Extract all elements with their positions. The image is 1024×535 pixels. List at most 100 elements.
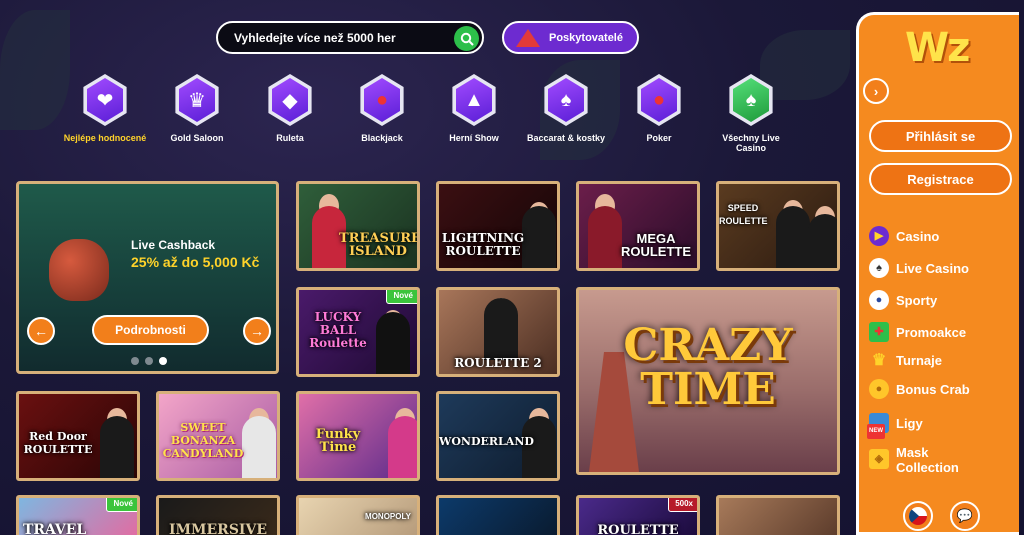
gift-icon: ✚	[869, 322, 889, 342]
category-label: Nejlépe hodnocené	[63, 133, 147, 143]
game-tile[interactable]: Funky Time	[296, 391, 420, 481]
sidebar-item-promotions[interactable]: ✚ Promoakce	[869, 322, 966, 342]
category-top-rated[interactable]: ❤ Nejlépe hodnocené	[60, 74, 150, 143]
chevron-right-icon: ›	[873, 83, 879, 99]
game-tile[interactable]: IMMERSIVE	[156, 495, 280, 535]
game-title: MONOPOLY	[365, 512, 411, 521]
language-selector[interactable]	[903, 501, 933, 531]
details-button[interactable]: Podrobnosti	[92, 315, 209, 345]
arrow-left-icon: ←	[34, 323, 48, 339]
providers-label: Poskytovatelé	[549, 31, 623, 44]
sidebar-item-mask-collection[interactable]: ◈ Mask Collection	[869, 445, 976, 475]
providers-button[interactable]: Poskytovatelé	[502, 21, 639, 54]
category-label: Všechny Live Casino	[722, 133, 780, 153]
category-label: Herní Show	[449, 133, 499, 143]
sidebar-item-label: Live Casino	[896, 260, 969, 276]
czech-flag-icon	[909, 507, 927, 525]
vase-illustration	[49, 239, 109, 301]
sidebar-item-leagues[interactable]: NEW Ligy	[867, 413, 923, 439]
spade-card-icon: ♠	[548, 78, 584, 122]
sidebar-item-bonus-crab[interactable]: ● Bonus Crab	[869, 379, 970, 399]
chips-icon: ●	[364, 78, 400, 122]
sidebar-item-sports[interactable]: ● Sporty	[869, 290, 937, 310]
game-title: CRAZY TIME	[623, 320, 793, 415]
trophy-icon: ♛	[871, 351, 887, 369]
game-tile[interactable]: TREASURE ISLAND	[296, 181, 420, 271]
new-badge: Nové	[106, 498, 137, 512]
chat-support-button[interactable]: 💬	[950, 501, 980, 531]
spade-icon: ♠	[733, 78, 769, 122]
search-icon	[460, 32, 474, 46]
category-game-show[interactable]: ▲ Herní Show	[429, 74, 519, 143]
category-poker[interactable]: ● Poker	[614, 74, 704, 143]
carousel-dots	[131, 357, 167, 365]
game-tile[interactable]	[436, 495, 560, 535]
league-icon: NEW	[867, 413, 889, 439]
category-all-live[interactable]: ♠ Všechny Live Casino	[706, 74, 796, 153]
game-title: SPEED ROULETTE	[719, 203, 768, 226]
game-tile[interactable]: SWEET BONANZA CANDYLAND	[156, 391, 280, 481]
mask-icon: ◈	[869, 449, 889, 469]
dealer-icon: ♠	[869, 258, 889, 278]
diamond-icon: ◆	[272, 78, 308, 122]
crown-icon: ♛	[179, 78, 215, 122]
game-tile[interactable]: LIGHTNING ROULETTE	[436, 181, 560, 271]
game-title: Funky Time	[315, 427, 361, 455]
game-tile[interactable]: MONOPOLY	[296, 495, 420, 535]
category-gold-saloon[interactable]: ♛ Gold Saloon	[152, 74, 242, 143]
game-tile[interactable]: Nové LUCKY BALL Roulette	[296, 287, 420, 377]
collapse-sidebar-button[interactable]: ›	[863, 78, 889, 104]
game-tile[interactable]: 500x ROULETTE	[576, 495, 700, 535]
search-button[interactable]	[454, 26, 479, 51]
carousel-dot-active[interactable]	[159, 357, 167, 365]
category-label: Poker	[646, 133, 672, 143]
game-title: SWEET BONANZA CANDYLAND	[162, 421, 244, 460]
game-tile[interactable]: Nové TRAVEL	[16, 495, 140, 535]
game-title: LUCKY BALL Roulette	[309, 310, 367, 350]
sidebar: Wz › Přihlásit se Registrace ▶ Casino ♠ …	[856, 12, 1019, 535]
sidebar-item-label: Promoakce	[896, 324, 967, 340]
game-tile[interactable]: Red Door ROULETTE	[16, 391, 140, 481]
coin-icon: ●	[869, 379, 889, 399]
game-title: TRAVEL	[23, 522, 87, 535]
game-title: MEGA ROULETTE	[620, 231, 692, 259]
category-baccarat[interactable]: ♠ Baccarat & kostky	[521, 74, 611, 143]
game-title: TREASURE ISLAND	[339, 231, 420, 259]
category-label: Ruleta	[276, 133, 304, 143]
game-tile[interactable]: SPEED ROULETTE	[716, 181, 840, 271]
carousel-dot[interactable]	[131, 357, 139, 365]
category-blackjack[interactable]: ● Blackjack	[337, 74, 427, 143]
new-badge: NEW	[867, 424, 885, 439]
sidebar-item-label: Sporty	[896, 292, 938, 308]
site-logo[interactable]: Wz	[905, 25, 970, 71]
game-tile[interactable]: ROULETTE 2	[436, 287, 560, 377]
game-title: Red Door ROULETTE	[23, 430, 93, 456]
game-title: ROULETTE 2	[454, 356, 542, 370]
game-tile[interactable]: MEGA ROULETTE	[576, 181, 700, 271]
search-input[interactable]	[218, 30, 448, 45]
next-slide-button[interactable]: →	[243, 317, 271, 345]
sidebar-item-label: Turnaje	[896, 352, 942, 368]
promo-subtitle: 25% až do 5,000 Kč	[131, 254, 260, 270]
promo-title: Live Cashback	[131, 238, 216, 252]
new-badge: Nové	[386, 290, 417, 304]
register-button[interactable]: Registrace	[869, 163, 1012, 195]
sidebar-item-label: Casino	[896, 228, 940, 244]
category-label: Blackjack	[361, 133, 403, 143]
prev-slide-button[interactable]: ←	[27, 317, 55, 345]
game-tile-featured[interactable]: CRAZY TIME	[576, 287, 840, 475]
sidebar-item-tournaments[interactable]: ♛ Turnaje	[869, 350, 942, 370]
game-tile[interactable]: WONDERLAND	[436, 391, 560, 481]
heart-icon: ❤	[87, 78, 123, 122]
game-tile[interactable]	[716, 495, 840, 535]
arrow-right-icon: →	[250, 323, 264, 339]
login-button[interactable]: Přihlásit se	[869, 120, 1012, 152]
category-roulette[interactable]: ◆ Ruleta	[245, 74, 335, 143]
game-title: LIGHTNING ROULETTE	[441, 231, 525, 258]
sidebar-item-casino[interactable]: ▶ Casino	[869, 226, 939, 246]
provider-icon	[516, 28, 540, 47]
sidebar-item-live-casino[interactable]: ♠ Live Casino	[869, 258, 969, 278]
promo-banner: Live Cashback 25% až do 5,000 Kč ← Podro…	[16, 181, 279, 374]
carousel-dot[interactable]	[145, 357, 153, 365]
game-title: WONDERLAND	[439, 435, 534, 448]
